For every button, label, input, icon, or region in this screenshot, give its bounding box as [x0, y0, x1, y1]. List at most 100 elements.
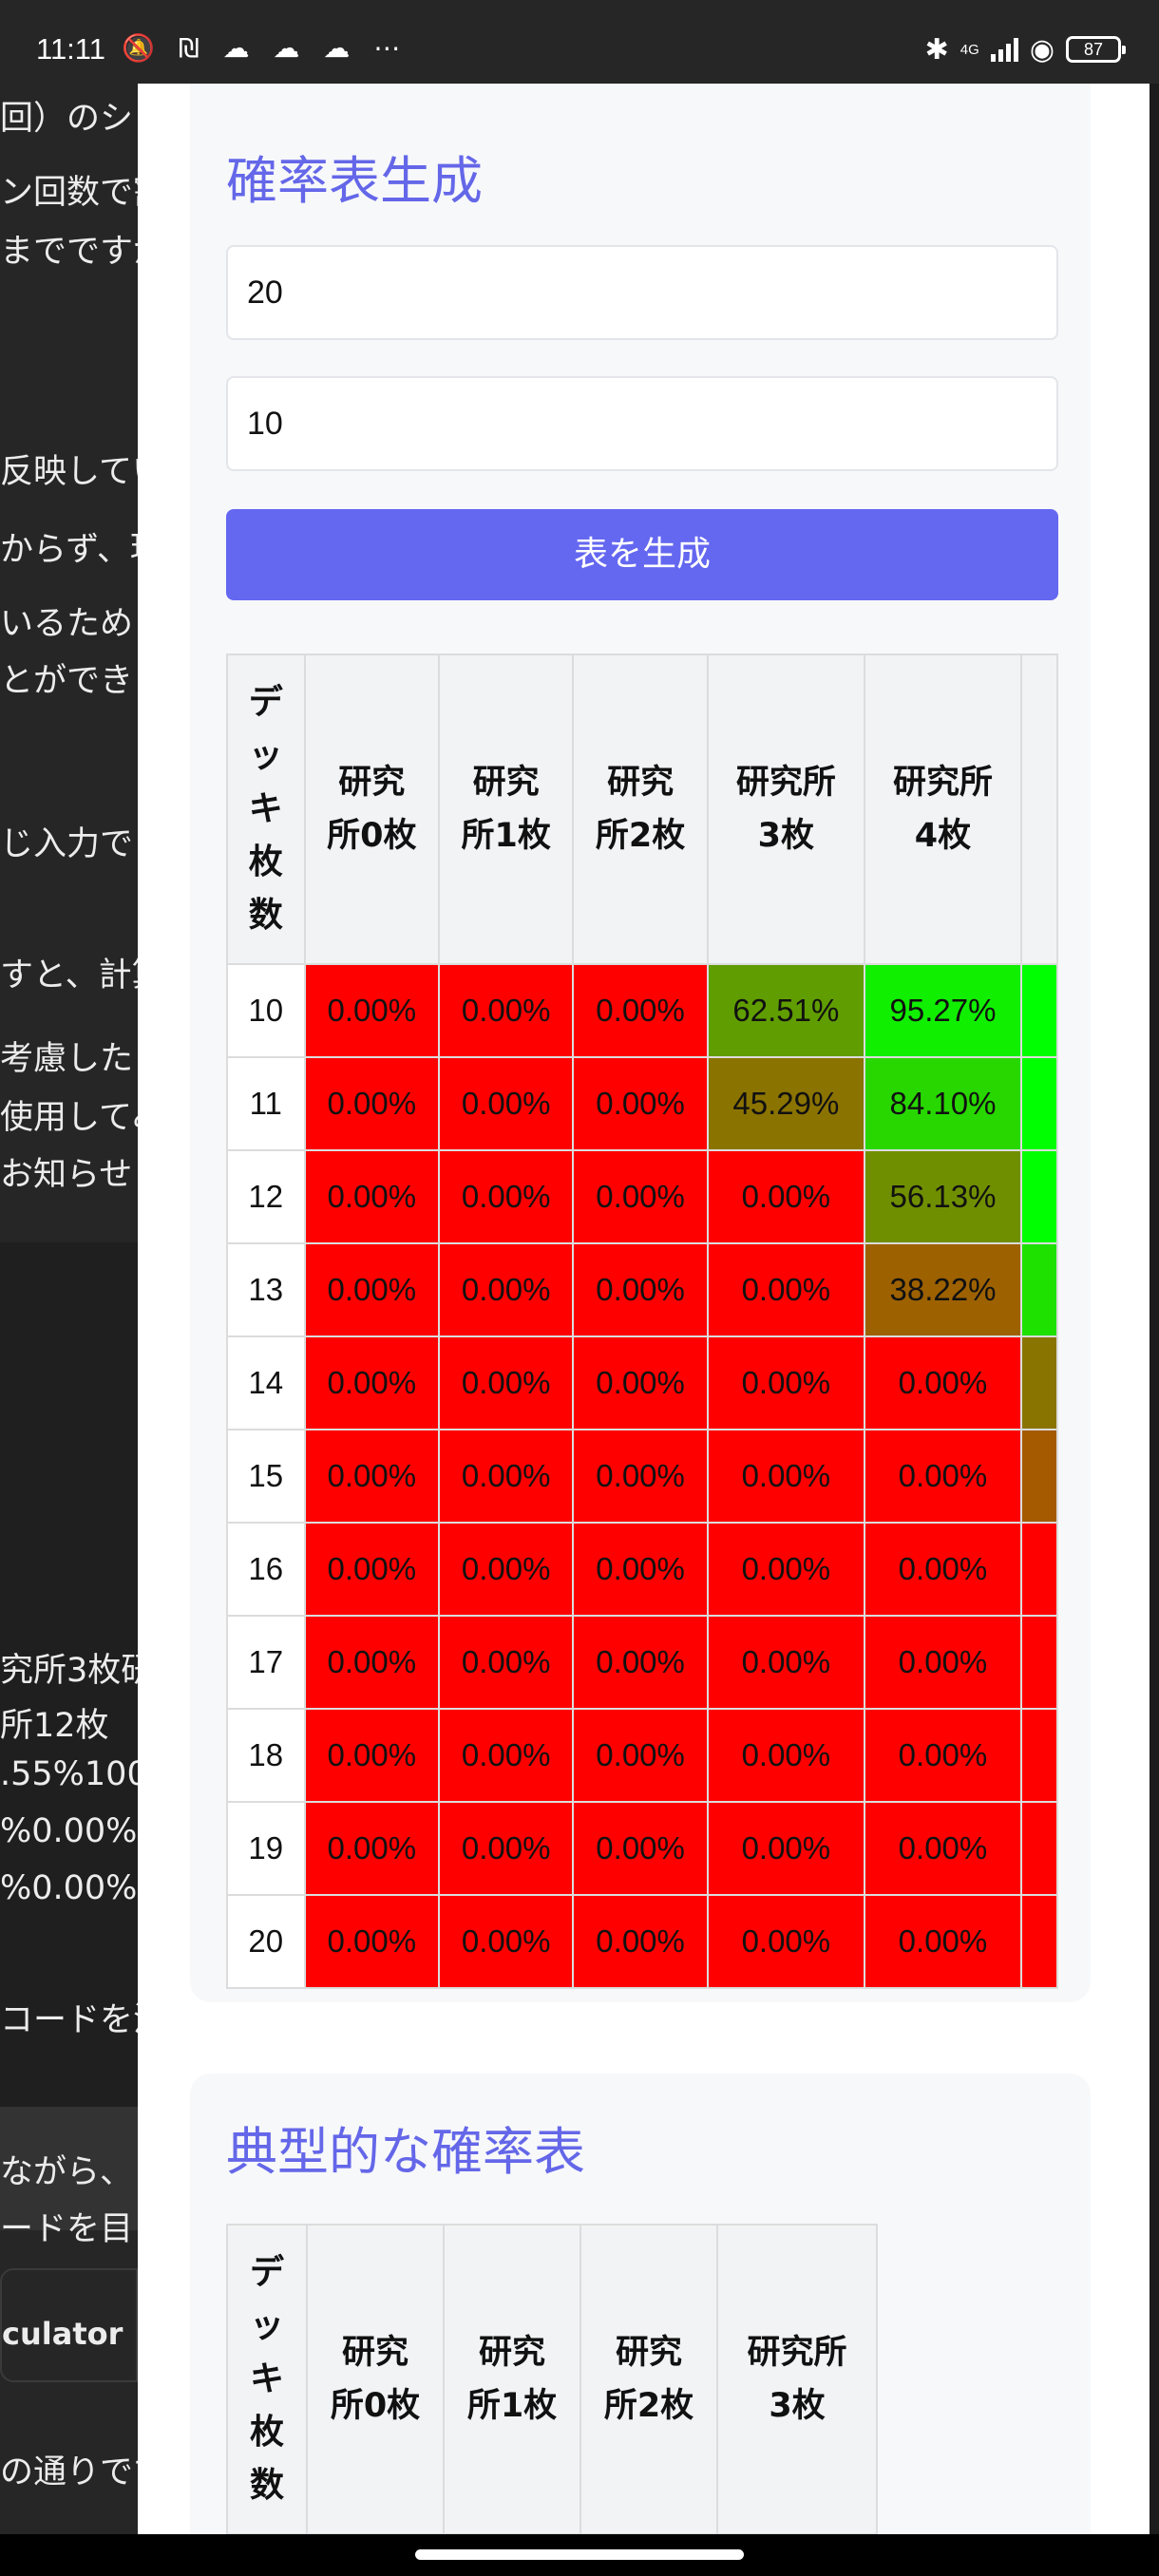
deck-count-cell: 12	[226, 1149, 306, 1244]
background-text-line: からず、現	[0, 531, 138, 569]
probability-cell: 0.00%	[572, 1522, 709, 1617]
probability-cell: 0.00%	[863, 1894, 1023, 1989]
probability-cell: 0.00%	[437, 963, 575, 1058]
probability-cell: 0.00%	[437, 1894, 575, 1989]
probability-cell: 0.00%	[437, 1801, 575, 1896]
probability-cell-overflow	[1020, 1801, 1058, 1896]
probability-cell: 0.00%	[572, 1708, 709, 1803]
probability-cell: 0.00%	[706, 1801, 865, 1896]
column-header-lab-4: 研究所 4枚	[863, 653, 1023, 965]
column-header-lab-0: 研究 所0枚	[306, 2224, 445, 2534]
probability-cell: 0.00%	[303, 1801, 440, 1896]
table-row: 20 0.00% 0.00% 0.00% 0.00% 0.00%	[226, 1894, 1058, 1989]
background-text-line: 考慮した	[0, 1040, 134, 1078]
generate-table-button[interactable]: 表を生成	[226, 509, 1058, 600]
table-row: 17 0.00% 0.00% 0.00% 0.00% 0.00%	[226, 1615, 1058, 1710]
typical-card: 典型的な確率表 デッキ枚数研究 所0枚 研究 所1枚 研究 所2枚 研究所 3枚	[190, 2074, 1091, 2534]
probability-cell: 0.00%	[572, 1429, 709, 1524]
typical-title: 典型的な確率表	[226, 2122, 585, 2182]
background-text-line: じ入力で	[0, 825, 134, 863]
battery-level: 87	[1083, 39, 1104, 59]
home-indicator[interactable]	[415, 2549, 744, 2560]
background-text-line: 回）のシ	[0, 100, 134, 138]
deck-count-cell: 16	[226, 1522, 306, 1617]
column-header-lab-1: 研究 所1枚	[437, 653, 575, 965]
probability-cell-overflow	[1020, 1522, 1058, 1617]
probability-cell-overflow	[1020, 1056, 1058, 1151]
probability-cell: 0.00%	[863, 1615, 1023, 1710]
background-text-line: いるため	[0, 605, 134, 643]
background-text-line: 究所3枚研	[0, 1652, 138, 1690]
clock: 11:11	[36, 32, 105, 66]
probability-cell: 0.00%	[706, 1708, 865, 1803]
typical-table-scroll[interactable]: デッキ枚数研究 所0枚 研究 所1枚 研究 所2枚 研究所 3枚	[226, 2224, 1058, 2534]
probability-cell: 0.00%	[437, 1149, 575, 1244]
background-text-line: 反映してい	[0, 453, 138, 491]
probability-cell: 0.00%	[863, 1429, 1023, 1524]
lab-count-input[interactable]: 10	[226, 376, 1058, 471]
background-text-line: %0.00%	[0, 1812, 138, 1850]
probability-table-scroll[interactable]: デッキ枚数研究 所0枚 研究 所1枚 研究 所2枚 研究所 3枚 研究所 4枚 10 0.00% 0.0…	[226, 653, 1058, 2021]
probability-cell: 0.00%	[303, 1056, 440, 1151]
deck-count-cell: 11	[226, 1056, 306, 1151]
deck-count-cell: 15	[226, 1429, 306, 1524]
probability-cell: 0.00%	[437, 1429, 575, 1524]
deck-count-cell: 18	[226, 1708, 306, 1803]
table-row: 14 0.00% 0.00% 0.00% 0.00% 0.00%	[226, 1335, 1058, 1430]
column-header-lab-2: 研究 所2枚	[572, 653, 709, 965]
background-page: 回）のシン回数で割までですが反映していからず、現いるためとができじ入力ですと、計…	[0, 84, 138, 2534]
background-text-line: ン回数で割	[0, 174, 138, 212]
column-header-overflow	[1020, 653, 1058, 965]
corner-header-deck-count: デッキ枚数	[226, 2224, 308, 2534]
probability-cell: 84.10%	[863, 1056, 1023, 1151]
table-row: 12 0.00% 0.00% 0.00% 0.00% 56.13%	[226, 1149, 1058, 1244]
typical-probability-table: デッキ枚数研究 所0枚 研究 所1枚 研究 所2枚 研究所 3枚	[226, 2224, 878, 2534]
background-text-line: お知らせ	[0, 1156, 133, 1194]
probability-cell: 0.00%	[303, 1708, 440, 1803]
probability-cell: 0.00%	[706, 1615, 865, 1710]
column-header-lab-1: 研究 所1枚	[443, 2224, 581, 2534]
probability-cell: 0.00%	[706, 1242, 865, 1337]
probability-cell: 0.00%	[863, 1801, 1023, 1896]
system-icons: ✱ 4G ◉ 87	[925, 30, 1126, 68]
probability-cell-overflow	[1020, 1894, 1058, 1989]
table-row: 11 0.00% 0.00% 0.00% 45.29% 84.10%	[226, 1056, 1058, 1151]
background-text-line: %0.00%(	[0, 1869, 138, 1907]
deck-count-cell: 14	[226, 1335, 306, 1430]
deck-count-cell: 17	[226, 1615, 306, 1710]
probability-cell: 0.00%	[863, 1522, 1023, 1617]
generator-title: 確率表生成	[226, 151, 483, 211]
probability-cell: 0.00%	[572, 1149, 709, 1244]
deck-count-input[interactable]: 20	[226, 245, 1058, 340]
table-row: 19 0.00% 0.00% 0.00% 0.00% 0.00%	[226, 1801, 1058, 1896]
probability-cell: 0.00%	[572, 1894, 709, 1989]
probability-cell: 0.00%	[863, 1335, 1023, 1430]
probability-cell: 0.00%	[437, 1242, 575, 1337]
deck-count-cell: 10	[226, 963, 306, 1058]
wifi-icon: ◉	[1029, 33, 1054, 66]
probability-cell: 95.27%	[863, 963, 1023, 1058]
background-text-line: コードを注	[0, 2001, 138, 2039]
background-text-line: の通りです	[0, 2453, 138, 2491]
probability-cell: 0.00%	[303, 1615, 440, 1710]
probability-cell: 0.00%	[706, 1894, 865, 1989]
side-drawer: 確率表生成 20 10 表を生成 デッキ枚数研究 所0枚 研究 所1枚 研究 所2枚 研究所…	[138, 84, 1150, 2534]
probability-cell: 0.00%	[706, 1429, 865, 1524]
column-header-lab-3: 研究所 3枚	[716, 2224, 878, 2534]
probability-cell-overflow	[1020, 1149, 1058, 1244]
status-bar: 11:11 🔕 ₪ ☁ ☁ ☁ ⋯ ✱ 4G ◉ 87	[0, 0, 1159, 84]
probability-cell: 45.29%	[706, 1056, 865, 1151]
deck-count-cell: 19	[226, 1801, 306, 1896]
probability-cell: 0.00%	[303, 1242, 440, 1337]
column-header-lab-0: 研究 所0枚	[303, 653, 440, 965]
background-text-line: 所12枚	[0, 1707, 109, 1745]
probability-cell: 0.00%	[572, 1335, 709, 1430]
battery-icon: 87	[1066, 36, 1126, 63]
table-row: 18 0.00% 0.00% 0.00% 0.00% 0.00%	[226, 1708, 1058, 1803]
probability-cell: 0.00%	[706, 1335, 865, 1430]
deck-count-cell: 20	[226, 1894, 306, 1989]
background-text-line: すと、計算	[0, 957, 138, 994]
probability-cell: 0.00%	[303, 963, 440, 1058]
background-text-line: とができ	[0, 662, 134, 700]
probability-cell: 0.00%	[706, 1149, 865, 1244]
